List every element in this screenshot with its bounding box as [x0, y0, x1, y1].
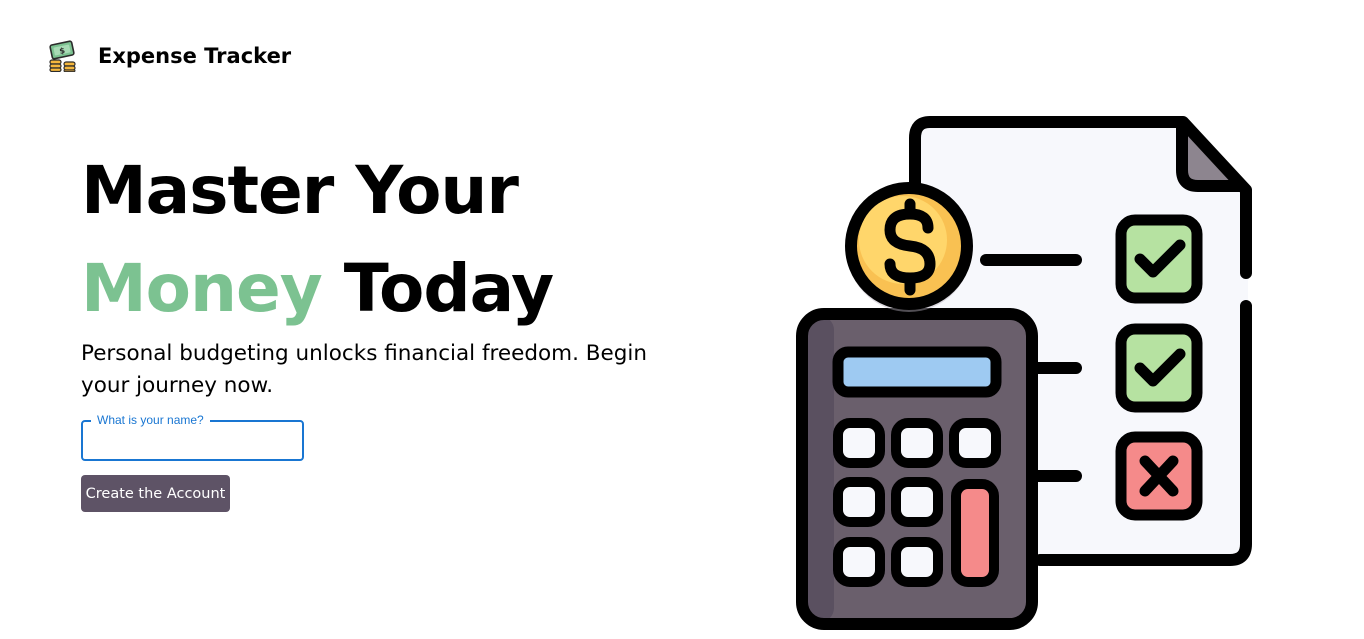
headline-accent-word: Money: [81, 250, 323, 327]
hero-headline: Master Your Money Today: [81, 142, 554, 338]
name-input[interactable]: [83, 422, 302, 459]
navbar: $ Expense Tracker: [48, 40, 291, 72]
brand-title: Expense Tracker: [98, 44, 292, 68]
money-stack-icon: $: [49, 40, 76, 72]
headline-line-2: Money Today: [81, 240, 554, 338]
headline-line-1: Master Your: [81, 152, 519, 229]
name-field[interactable]: What is your name?: [81, 413, 304, 461]
hero-subtitle: Personal budgeting unlocks financial fre…: [81, 341, 648, 398]
create-account-button[interactable]: Create the Account: [81, 475, 230, 512]
calculator-checklist-icon: [796, 116, 1252, 630]
headline-line-2-rest: Today: [321, 250, 554, 327]
